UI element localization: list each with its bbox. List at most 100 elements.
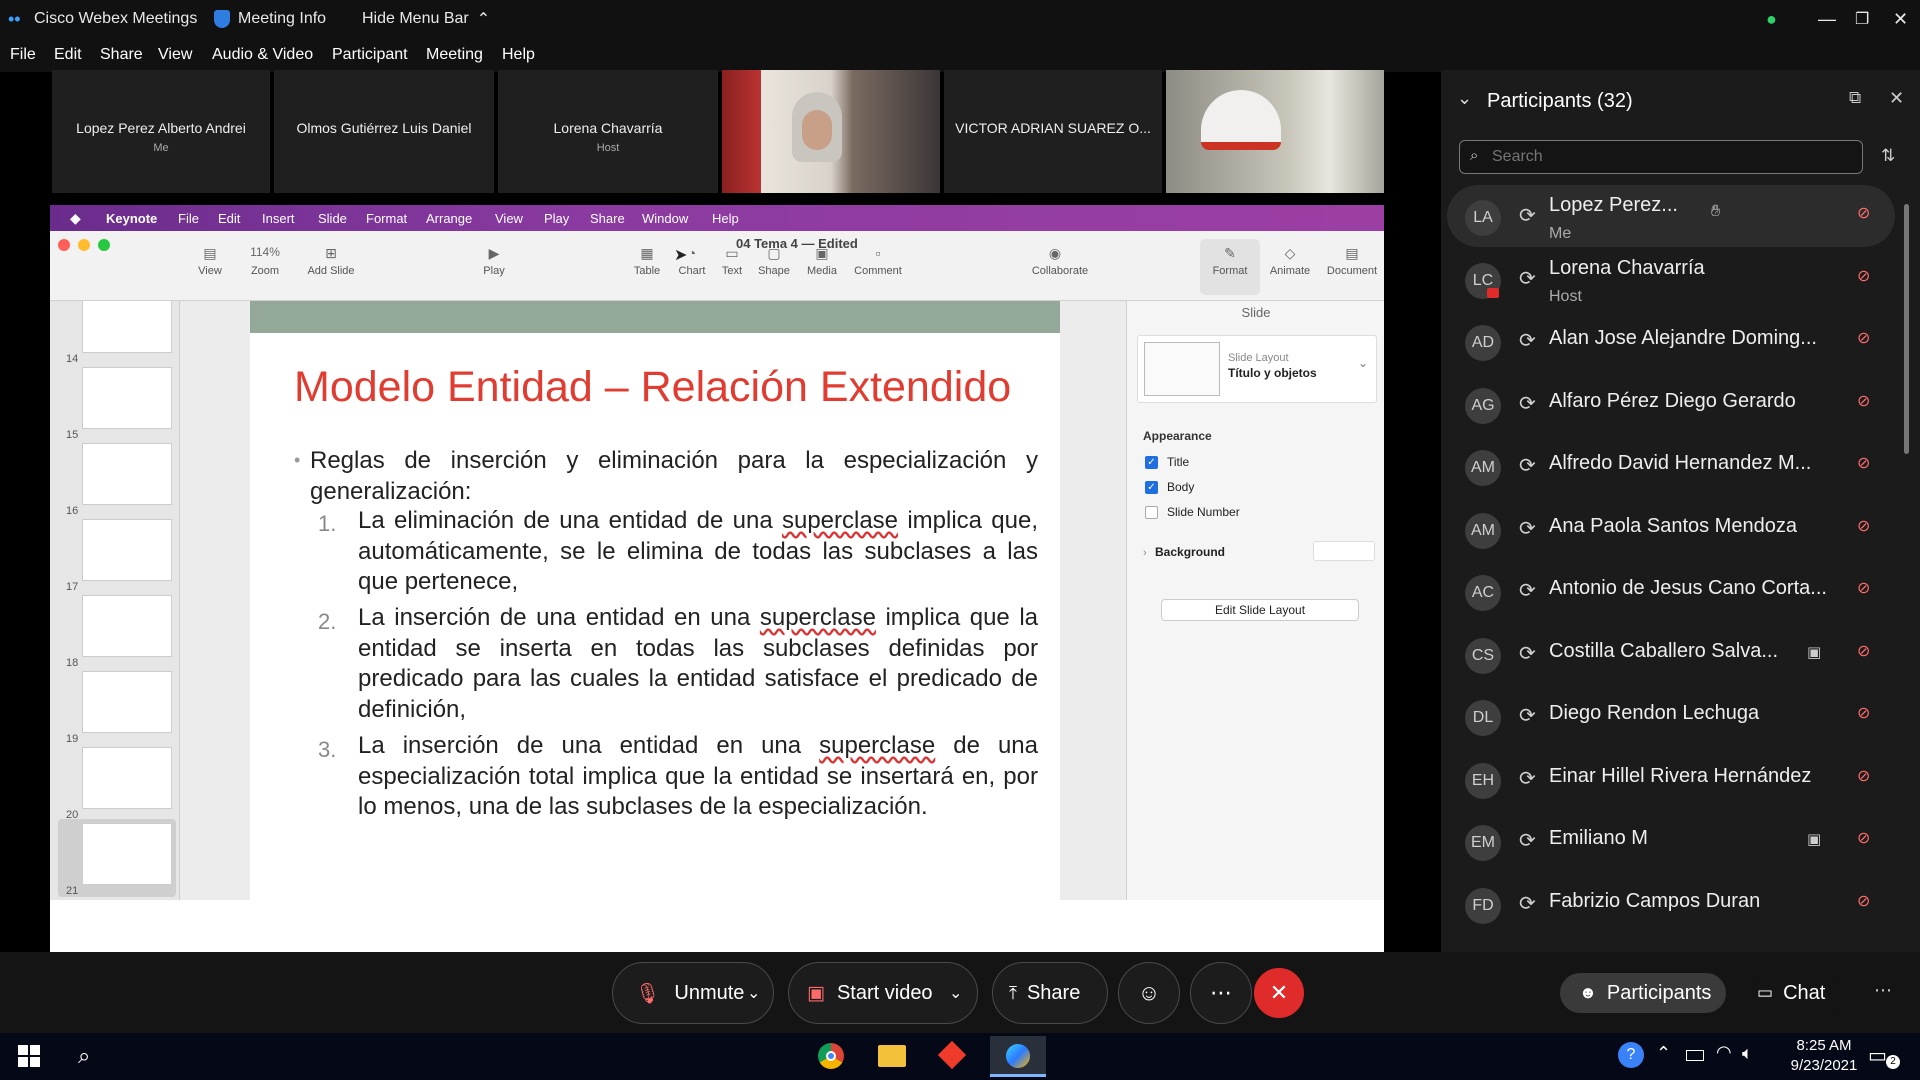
mic-muted-icon[interactable]: ⊘ [1857,703,1870,723]
participant-row[interactable]: AM ⟳ Alfredo David Hernandez M... ⊘ [1441,435,1911,497]
menu-help[interactable]: Help [502,38,535,72]
mic-muted-icon[interactable]: ⊘ [1857,641,1870,661]
slide-thumbnail[interactable] [82,443,172,505]
windows-start-icon[interactable] [18,1045,40,1067]
keynote-menu-insert[interactable]: Insert [262,205,295,231]
chrome-icon[interactable] [818,1043,844,1069]
traffic-close-icon[interactable] [58,239,70,251]
slide-thumbnail[interactable] [82,301,172,353]
play-icon[interactable]: ▶ [464,245,524,262]
participant-row[interactable]: LA ⟳ Lopez Perez... Me ✋︎ ⊘ [1447,185,1895,247]
participants-search-box[interactable]: ⌕ [1459,140,1863,174]
format-icon[interactable]: ✎ [1200,245,1260,262]
zoom-value[interactable]: 114% [235,245,295,259]
participants-button[interactable]: ☻ Participants [1560,973,1726,1013]
sort-icon[interactable]: ⇅ [1881,146,1895,166]
document-icon[interactable]: ▤ [1322,245,1382,262]
network-health-icon[interactable]: ● [1766,0,1777,38]
apple-icon[interactable]: ◆ [70,205,81,231]
mic-muted-icon[interactable]: ⊘ [1857,766,1870,786]
anydesk-icon[interactable] [937,1040,967,1070]
slide-layout-box[interactable]: Slide Layout Título y objetos ⌄ [1137,335,1377,403]
chevron-down-icon[interactable]: ⌄ [1358,356,1368,370]
video-tile[interactable]: Olmos Gutiérrez Luis Daniel [274,70,494,193]
chevron-up-icon[interactable]: ⌃ [1656,1043,1671,1064]
clock-date[interactable]: 9/23/2021 [1774,1057,1874,1074]
view-icon[interactable]: ▤ [180,245,240,262]
keynote-menu-format[interactable]: Format [366,205,407,231]
keynote-menu-window[interactable]: Window [642,205,688,231]
help-icon[interactable]: ? [1618,1042,1644,1068]
slide-thumbnail[interactable] [82,367,172,429]
slide-thumbnail[interactable] [82,747,172,809]
menu-audio-video[interactable]: Audio & Video [212,38,313,72]
participant-row[interactable]: CS ⟳ Costilla Caballero Salva... ▣ ⊘ [1441,623,1911,685]
menu-meeting[interactable]: Meeting [426,38,483,72]
menu-share[interactable]: Share [100,38,143,72]
popout-icon[interactable]: ⧉ [1849,88,1861,108]
mic-muted-icon[interactable]: ⊘ [1857,203,1870,223]
participant-row[interactable]: EM ⟳ Emiliano M ▣ ⊘ [1441,810,1911,872]
raise-hand-icon[interactable]: ✋︎ [1711,203,1720,221]
collapse-chevron-icon[interactable]: ⌄ [1457,88,1472,109]
keynote-menu-slide[interactable]: Slide [318,205,347,231]
close-panel-icon[interactable]: ✕ [1889,88,1904,109]
menu-edit[interactable]: Edit [54,38,82,72]
keynote-menu-edit[interactable]: Edit [218,205,240,231]
video-tile[interactable]: Lopez Perez Alberto Andrei Me [52,70,270,193]
chevron-down-icon[interactable]: ⌄ [949,983,962,1003]
participant-row[interactable]: AC ⟳ Antonio de Jesus Cano Corta... ⊘ [1441,560,1911,622]
leave-meeting-button[interactable]: ✕ [1254,968,1304,1018]
participant-row[interactable]: DL ⟳ Diego Rendon Lechuga ⊘ [1441,685,1911,747]
mic-muted-icon[interactable]: ⊘ [1857,453,1870,473]
share-button[interactable]: ⤒ Share [992,962,1108,1024]
participant-row[interactable]: AD ⟳ Alan Jose Alejandre Doming... ⊘ [1441,310,1911,372]
video-camera-icon[interactable]: ▣ [1807,830,1821,848]
video-tile[interactable]: Lorena Chavarría Host [498,70,718,193]
meeting-info-button[interactable]: Meeting Info [214,0,326,38]
keynote-menu-help[interactable]: Help [712,205,739,231]
hide-menu-bar-button[interactable]: Hide Menu Bar ⌃ [362,0,490,38]
battery-icon[interactable] [1686,1050,1704,1061]
close-window-icon[interactable]: ✕ [1893,0,1908,38]
collaborate-icon[interactable]: ◉ [1025,245,1085,262]
edit-slide-layout-button[interactable]: Edit Slide Layout [1161,599,1359,621]
slide-thumbnail-selected[interactable] [82,823,172,885]
chevron-right-icon[interactable]: › [1143,547,1147,559]
minimize-icon[interactable]: — [1818,0,1836,38]
more-panels-icon[interactable]: ⋯ [1874,980,1892,1001]
mic-muted-icon[interactable]: ⊘ [1857,266,1870,286]
notification-icon[interactable]: ▭ [1868,1043,1887,1068]
clock-time[interactable]: 8:25 AM [1784,1037,1864,1054]
wifi-icon[interactable]: ◠ [1716,1042,1732,1063]
traffic-minimize-icon[interactable] [78,239,90,251]
participant-row[interactable]: AG ⟳ Alfaro Pérez Diego Gerardo ⊘ [1441,373,1911,435]
chevron-down-icon[interactable]: ⌄ [747,983,760,1003]
participant-row[interactable]: LC ⟳ Lorena Chavarría Host ⊘ [1441,248,1911,310]
video-camera-icon[interactable]: ▣ [1807,643,1821,661]
menu-file[interactable]: File [10,38,36,72]
start-video-button[interactable]: ▣ Start video ⌄ [788,962,978,1024]
search-icon[interactable]: ⌕ [78,1043,90,1069]
keynote-menu-arrange[interactable]: Arrange [426,205,472,231]
participant-row[interactable]: FD ⟳ Fabrizio Campos Duran ⊘ [1441,873,1911,935]
slide-thumbnail[interactable] [82,519,172,581]
add-slide-icon[interactable]: ⊞ [301,245,361,262]
keynote-menu-view[interactable]: View [495,205,523,231]
webex-taskbar-icon[interactable] [990,1036,1046,1077]
keynote-menu-play[interactable]: Play [544,205,569,231]
keynote-menu-share[interactable]: Share [590,205,625,231]
slide-thumbnail[interactable] [82,671,172,733]
media-icon[interactable]: ▣ [792,245,852,262]
reactions-button[interactable]: ☺ [1118,962,1180,1024]
background-label[interactable]: Background [1155,545,1225,559]
unmute-button[interactable]: 🎙︎ Unmute ⌄ [612,962,774,1024]
title-checkbox[interactable]: ✓ [1145,456,1158,469]
more-options-button[interactable]: ⋯ [1190,962,1252,1024]
participant-row[interactable]: EH ⟳ Einar Hillel Rivera Hernández ⊘ [1441,748,1911,810]
keynote-menu-app[interactable]: Keynote [106,205,157,231]
mic-muted-icon[interactable]: ⊘ [1857,391,1870,411]
comment-icon[interactable]: ▫ [848,245,908,261]
chat-button[interactable]: ▭ Chat [1746,973,1846,1013]
slide-number-checkbox[interactable] [1145,506,1158,519]
